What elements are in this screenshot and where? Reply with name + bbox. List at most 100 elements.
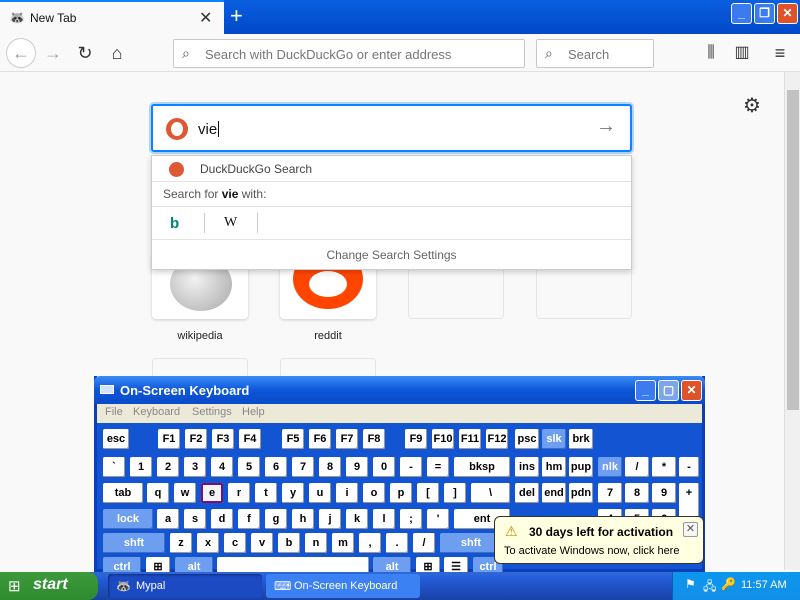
osk-key-l[interactable]: l	[373, 509, 395, 529]
taskbar-item-mypal[interactable]: 🦝 Mypal	[108, 574, 262, 598]
osk-key-f7[interactable]: F7	[336, 429, 358, 449]
osk-key-b[interactable]: b	[278, 533, 300, 553]
osk-key-tab[interactable]: tab	[103, 483, 143, 503]
new-tab-button[interactable]: +	[230, 3, 243, 29]
hamburger-menu-icon[interactable]: ≡	[767, 40, 793, 66]
osk-key-slk[interactable]: slk	[542, 429, 566, 449]
reload-button[interactable]: ↻	[72, 40, 98, 66]
change-search-settings-link[interactable]: Change Search Settings	[152, 248, 631, 262]
back-button[interactable]: ←	[6, 38, 36, 68]
osk-key-k6[interactable]: 6	[265, 457, 287, 477]
start-button[interactable]: ⊞ start	[0, 572, 98, 600]
osk-key-nlk[interactable]: nlk	[598, 457, 622, 477]
osk-key-r[interactable]: r	[228, 483, 250, 503]
osk-key-quote[interactable]: '	[427, 509, 449, 529]
osk-key-n[interactable]: n	[305, 533, 327, 553]
osk-key-k9[interactable]: 9	[346, 457, 368, 477]
osk-title-bar[interactable]: On-Screen Keyboard _ ▢ ✕	[94, 376, 705, 404]
suggestion-duckduckgo[interactable]: DuckDuckGo Search	[152, 156, 631, 182]
osk-key-lock[interactable]: lock	[103, 509, 153, 529]
osk-key-k3[interactable]: 3	[184, 457, 206, 477]
scrollbar-thumb[interactable]	[787, 90, 799, 410]
balloon-close-button[interactable]: ✕	[683, 522, 698, 537]
osk-key-shft[interactable]: shft	[103, 533, 165, 553]
osk-key-brk[interactable]: brk	[569, 429, 593, 449]
tray-pointer-icon[interactable]: ⚑	[685, 577, 696, 591]
osk-key-ins[interactable]: ins	[515, 457, 539, 477]
osk-key-comma[interactable]: ,	[359, 533, 381, 553]
newtab-search-input[interactable]: vie →	[151, 104, 632, 152]
balloon-text[interactable]: To activate Windows now, click here	[504, 545, 679, 557]
osk-key-a[interactable]: a	[157, 509, 179, 529]
window-close-button[interactable]: ✕	[777, 3, 798, 24]
osk-close-button[interactable]: ✕	[681, 380, 702, 401]
osk-key-backtick[interactable]: `	[103, 457, 125, 477]
osk-key-y[interactable]: y	[282, 483, 304, 503]
osk-key-o[interactable]: o	[363, 483, 385, 503]
osk-key-rbr[interactable]: ]	[444, 483, 466, 503]
menu-settings[interactable]: Settings	[192, 406, 232, 418]
osk-key-end[interactable]: end	[542, 483, 566, 503]
osk-minimize-button[interactable]: _	[635, 380, 656, 401]
osk-key-f[interactable]: f	[238, 509, 260, 529]
osk-key-j[interactable]: j	[319, 509, 341, 529]
osk-key-t[interactable]: t	[255, 483, 277, 503]
osk-key-bksp[interactable]: bksp	[454, 457, 510, 477]
settings-gear-icon[interactable]: ⚙	[743, 93, 761, 118]
osk-key-n7[interactable]: 7	[598, 483, 622, 503]
osk-key-v[interactable]: v	[251, 533, 273, 553]
osk-key-psc[interactable]: psc	[515, 429, 539, 449]
osk-key-k7[interactable]: 7	[292, 457, 314, 477]
osk-key-period[interactable]: .	[386, 533, 408, 553]
osk-key-f8[interactable]: F8	[363, 429, 385, 449]
osk-key-n8[interactable]: 8	[625, 483, 649, 503]
forward-button[interactable]: →	[40, 40, 66, 66]
osk-key-x[interactable]: x	[197, 533, 219, 553]
menu-keyboard[interactable]: Keyboard	[133, 406, 180, 418]
menu-file[interactable]: File	[105, 406, 123, 418]
osk-key-s[interactable]: s	[184, 509, 206, 529]
osk-key-d[interactable]: d	[211, 509, 233, 529]
osk-key-equals[interactable]: =	[427, 457, 449, 477]
library-icon[interactable]: ⫼	[698, 40, 724, 66]
osk-key-w[interactable]: w	[174, 483, 196, 503]
tab-new-tab[interactable]: 🦝 New Tab ✕	[0, 0, 224, 34]
osk-key-k1[interactable]: 1	[130, 457, 152, 477]
osk-key-g[interactable]: g	[265, 509, 287, 529]
wikipedia-icon[interactable]: W	[224, 215, 237, 231]
osk-key-c[interactable]: c	[224, 533, 246, 553]
activation-keys-icon[interactable]: 🔑	[721, 577, 736, 591]
menu-help[interactable]: Help	[242, 406, 265, 418]
osk-key-pdn[interactable]: pdn	[569, 483, 593, 503]
osk-key-minus[interactable]: -	[400, 457, 422, 477]
osk-key-slash[interactable]: /	[625, 457, 649, 477]
osk-key-pup[interactable]: pup	[569, 457, 593, 477]
address-bar[interactable]: ⌕ Search with DuckDuckGo or enter addres…	[173, 39, 525, 68]
sidebar-icon[interactable]: ▥	[729, 40, 755, 66]
osk-key-f6[interactable]: F6	[309, 429, 331, 449]
osk-key-f9[interactable]: F9	[405, 429, 427, 449]
home-button[interactable]: ⌂	[104, 40, 130, 66]
osk-key-semi[interactable]: ;	[400, 509, 422, 529]
osk-key-f3[interactable]: F3	[212, 429, 234, 449]
osk-key-u[interactable]: u	[309, 483, 331, 503]
osk-key-star[interactable]: *	[652, 457, 676, 477]
osk-key-f1[interactable]: F1	[158, 429, 180, 449]
osk-key-k2[interactable]: 2	[157, 457, 179, 477]
osk-key-p[interactable]: p	[390, 483, 412, 503]
osk-key-n9[interactable]: 9	[652, 483, 676, 503]
osk-key-f10[interactable]: F10	[432, 429, 454, 449]
osk-key-i[interactable]: i	[336, 483, 358, 503]
osk-key-e[interactable]: e	[201, 483, 223, 503]
tab-close-icon[interactable]: ✕	[199, 8, 212, 28]
osk-key-bslash[interactable]: \	[471, 483, 510, 503]
osk-key-z[interactable]: z	[170, 533, 192, 553]
osk-key-f2[interactable]: F2	[185, 429, 207, 449]
activation-balloon[interactable]: ⚠ 30 days left for activation To activat…	[494, 516, 704, 564]
osk-key-fslash[interactable]: /	[413, 533, 435, 553]
taskbar-item-osk[interactable]: ⌨ On-Screen Keyboard	[266, 574, 420, 598]
page-scrollbar[interactable]	[784, 72, 800, 570]
osk-key-shft2[interactable]: shft	[440, 533, 502, 553]
osk-key-f4[interactable]: F4	[239, 429, 261, 449]
osk-key-dash[interactable]: -	[679, 457, 699, 477]
